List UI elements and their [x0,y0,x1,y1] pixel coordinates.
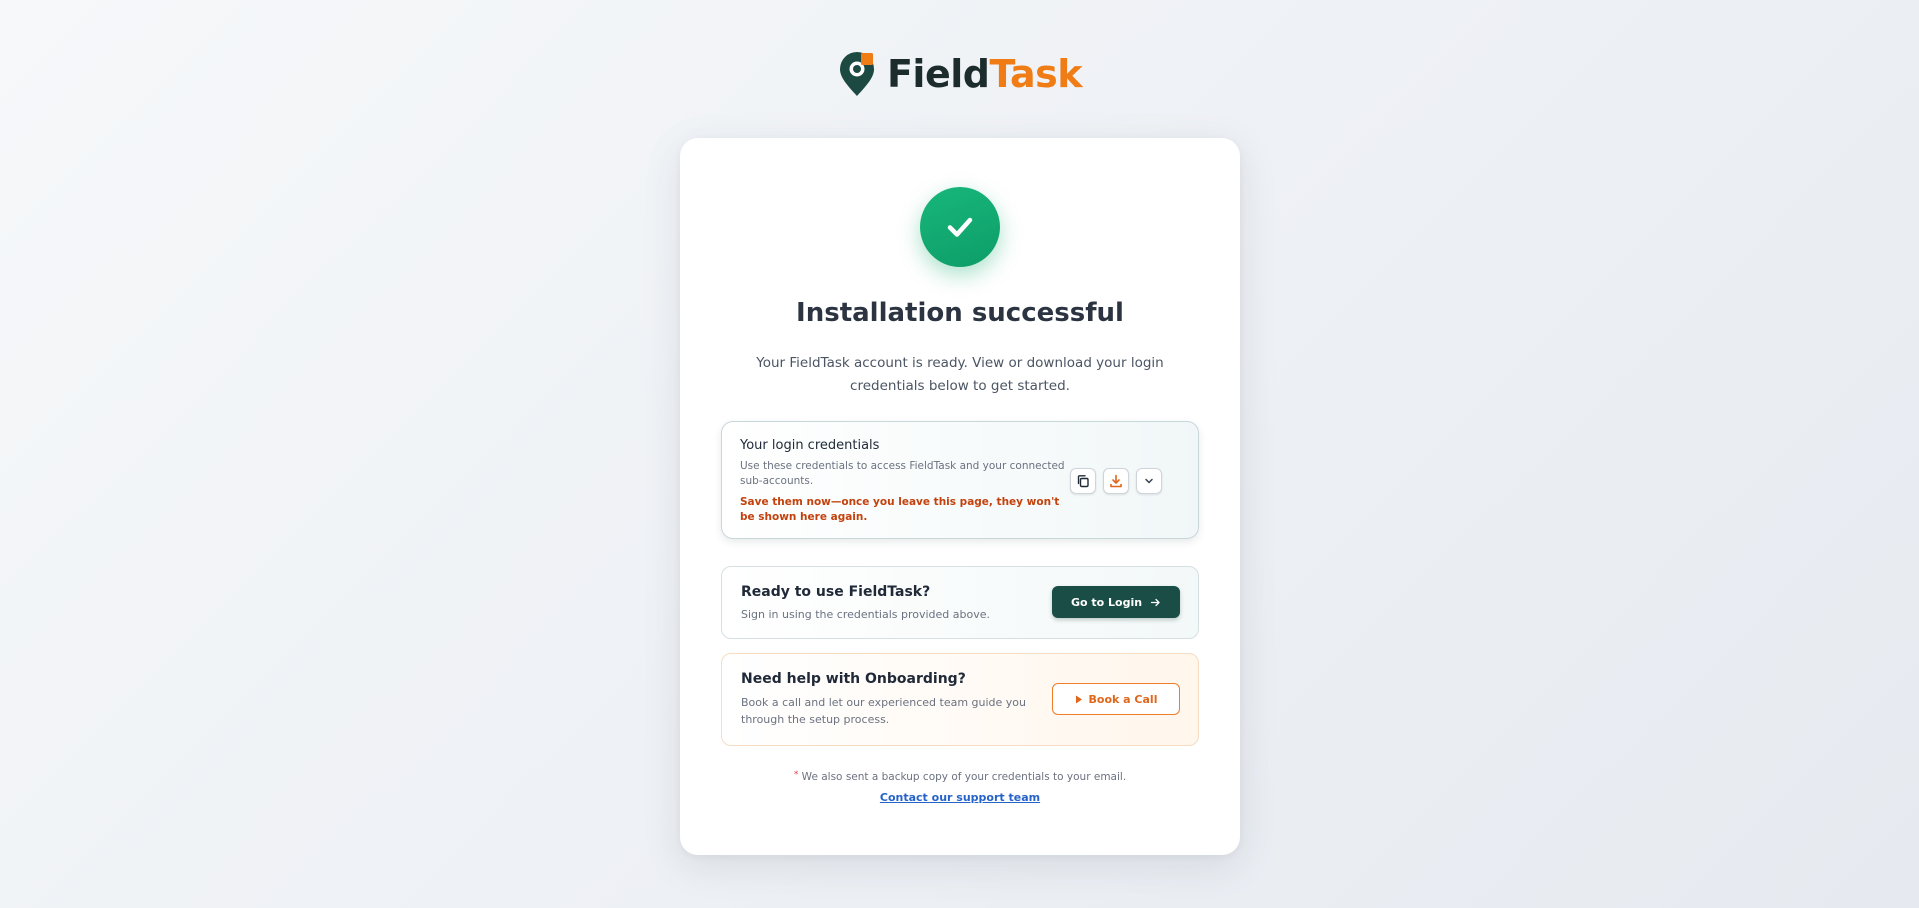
credentials-panel: Your login credentials Use these credent… [721,421,1199,539]
brand-name-task: Task [989,52,1083,96]
brand-name: FieldTask [886,52,1083,96]
ready-description: Sign in using the credentials provided a… [741,608,990,621]
onboarding-panel: Need help with Onboarding? Book a call a… [721,653,1199,746]
copy-icon [1077,475,1089,488]
chevron-down-icon [1145,478,1153,484]
go-to-login-button[interactable]: Go to Login [1052,586,1180,618]
contact-support-link[interactable]: Contact our support team [680,791,1240,804]
play-icon [1075,695,1082,703]
page-subtitle: Your FieldTask account is ready. View or… [756,355,1164,394]
ready-title: Ready to use FieldTask? [741,584,931,600]
download-credentials-button[interactable] [1103,468,1129,494]
success-card: Installation successful Your FieldTask a… [680,138,1240,855]
page-title: Installation successful [796,298,1124,328]
expand-credentials-button[interactable] [1136,468,1162,494]
checkmark-icon [947,217,973,237]
book-a-call-button[interactable]: Book a Call [1052,683,1180,715]
onboarding-description: Book a call and let our experienced team… [741,696,1027,726]
download-icon [1110,474,1122,488]
book-a-call-label: Book a Call [1088,692,1158,706]
success-badge [920,187,1000,267]
backup-note-text: We also sent a backup copy of your crede… [801,771,1127,783]
credentials-warning: Save them now—once you leave this page, … [740,496,1060,523]
brand-logo: FieldTask [0,50,1919,98]
credentials-description: Use these credentials to access FieldTas… [740,460,1065,487]
asterisk-mark: * [793,770,799,780]
brand-name-field: Field [886,52,990,96]
go-to-login-label: Go to Login [1070,595,1143,609]
onboarding-title: Need help with Onboarding? [741,671,966,687]
ready-panel: Ready to use FieldTask? Sign in using th… [721,566,1199,639]
credentials-title: Your login credentials [740,438,880,453]
copy-credentials-button[interactable] [1070,468,1096,494]
backup-note: * We also sent a backup copy of your cre… [680,770,1240,783]
location-pin-logo-icon [839,52,874,96]
arrow-right-icon [1150,598,1160,606]
